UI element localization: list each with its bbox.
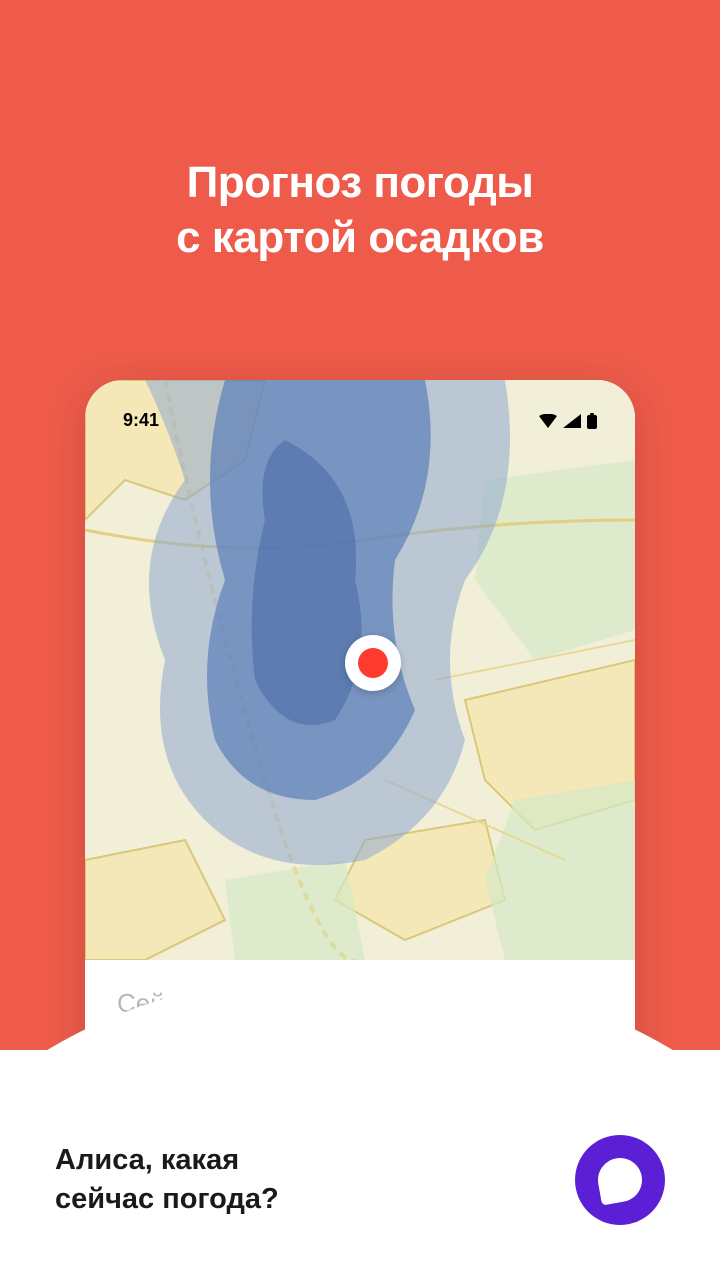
alice-icon bbox=[595, 1155, 646, 1206]
alice-prompt-line2: сейчас погода? bbox=[55, 1183, 279, 1215]
bottom-content: Алиса, какая сейчас погода? bbox=[55, 1135, 665, 1225]
alice-prompt-text: Алиса, какая сейчас погода? bbox=[55, 1141, 279, 1219]
battery-icon bbox=[587, 413, 597, 429]
wifi-icon bbox=[539, 414, 557, 428]
signal-icon bbox=[563, 414, 581, 428]
promo-screen: Прогноз погоды с картой осадков bbox=[0, 0, 720, 1280]
alice-prompt-line1: Алиса, какая bbox=[55, 1144, 239, 1176]
location-marker-dot bbox=[358, 648, 388, 678]
hero-title-line1: Прогноз погоды bbox=[187, 158, 534, 207]
location-marker[interactable] bbox=[345, 635, 401, 691]
precipitation-map[interactable]: 9:41 bbox=[85, 380, 635, 960]
alice-voice-button[interactable] bbox=[575, 1135, 665, 1225]
status-time: 9:41 bbox=[123, 410, 159, 431]
status-icons bbox=[539, 413, 597, 429]
hero-title-line2: с картой осадков bbox=[176, 213, 544, 262]
hero-title: Прогноз погоды с картой осадков bbox=[0, 0, 720, 265]
status-bar: 9:41 bbox=[85, 410, 635, 431]
